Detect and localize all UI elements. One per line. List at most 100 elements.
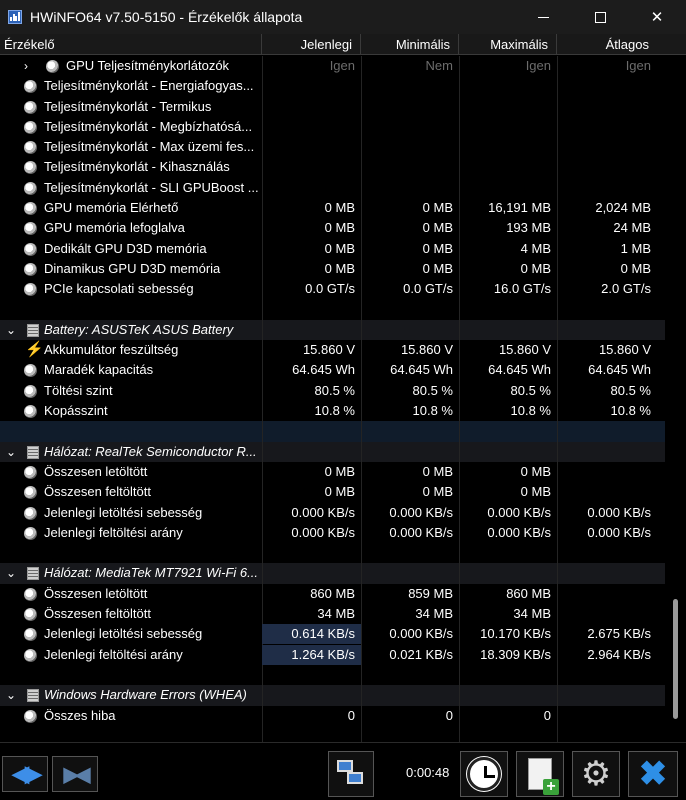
column-separator bbox=[459, 725, 460, 742]
close-icon: ✕ bbox=[650, 9, 664, 26]
sensor-name-cell: Összes hiba bbox=[0, 706, 262, 726]
sensor-row[interactable]: Jelenlegi letöltési sebesség 0.614 KB/s 0.… bbox=[0, 624, 665, 645]
sensor-row[interactable]: Összesen letöltött 860 MB 859 MB 860 MB bbox=[0, 583, 665, 605]
max-value: 0.000 KB/s bbox=[487, 504, 551, 520]
column-separator bbox=[361, 421, 362, 442]
max-value: 0 MB bbox=[520, 260, 551, 276]
maximize-button[interactable] bbox=[577, 0, 623, 34]
current-value: 1.264 KB/s bbox=[262, 644, 361, 665]
section-title: Windows Hardware Errors (WHEA) bbox=[44, 687, 247, 703]
expand-chevron-icon[interactable]: › bbox=[24, 56, 28, 76]
sensor-row[interactable]: Összesen letöltött 0 MB 0 MB 0 MB bbox=[0, 461, 665, 483]
column-separator bbox=[557, 319, 558, 341]
average-value bbox=[557, 137, 657, 157]
column-separator bbox=[262, 421, 263, 442]
section-header[interactable]: ⌄ Windows Hardware Errors (WHEA) bbox=[0, 685, 665, 706]
sensor-name-cell: Jelenlegi feltöltési arány bbox=[0, 645, 262, 665]
settings-button[interactable]: ⚙ bbox=[572, 751, 620, 797]
header-current[interactable]: Jelenlegi bbox=[262, 34, 361, 55]
header-min[interactable]: Minimális bbox=[361, 34, 459, 55]
header-max[interactable]: Maximális bbox=[459, 34, 557, 55]
sensor-row[interactable]: Teljesítménykorlát - Energiafogyas... bbox=[0, 76, 665, 97]
section-header[interactable]: ⌄ Hálózat: MediaTek MT7921 Wi-Fi 6... bbox=[0, 563, 665, 584]
sensor-gauge-icon bbox=[24, 465, 37, 479]
column-separator bbox=[361, 725, 362, 742]
report-button[interactable] bbox=[516, 751, 564, 797]
close-sensors-button[interactable]: ✖ bbox=[628, 751, 678, 797]
sensor-label: GPU Teljesítménykorlátozók bbox=[66, 58, 230, 73]
elapsed-timer: 0:00:48 bbox=[406, 765, 450, 780]
sensor-label: Teljesítménykorlát - Kihasználás bbox=[44, 159, 230, 175]
sensor-row[interactable]: Teljesítménykorlát - SLI GPUBoost ... bbox=[0, 177, 665, 199]
collapse-chevron-icon[interactable]: ⌄ bbox=[6, 320, 16, 340]
current-value bbox=[262, 97, 361, 117]
sensor-row[interactable]: Jelenlegi letöltési sebesség 0.000 KB/s 0.… bbox=[0, 502, 665, 523]
header-average[interactable]: Átlagos bbox=[557, 34, 657, 55]
min-value: 0 MB bbox=[422, 220, 453, 236]
sensor-row[interactable]: GPU memória lefoglalva 0 MB 0 MB 193 MB 24 M… bbox=[0, 218, 665, 239]
sensor-name-cell: Töltési szint bbox=[0, 381, 262, 401]
average-value: 0 MB bbox=[620, 260, 651, 276]
sensor-row[interactable]: GPU memória Elérhető 0 MB 0 MB 16,191 MB 2,0… bbox=[0, 198, 665, 219]
sensor-row[interactable]: Jelenlegi feltöltési arány 1.264 KB/s 0.02… bbox=[0, 644, 665, 665]
header-sensor[interactable]: Érzékelő bbox=[0, 34, 262, 55]
gear-icon: ⚙ bbox=[580, 755, 612, 793]
sensor-row[interactable]: Összesen feltöltött 34 MB 34 MB 34 MB bbox=[0, 604, 665, 625]
min-value: 0.000 KB/s bbox=[389, 524, 453, 540]
column-separator bbox=[557, 563, 558, 584]
minimize-button[interactable] bbox=[520, 0, 566, 34]
column-separator bbox=[459, 421, 460, 442]
average-value bbox=[557, 462, 657, 482]
column-separator bbox=[459, 685, 460, 706]
current-value: 0 MB bbox=[324, 463, 355, 479]
column-separator bbox=[361, 441, 362, 462]
sensor-row[interactable]: Összesen feltöltött 0 MB 0 MB 0 MB bbox=[0, 482, 665, 503]
reset-timer-button[interactable] bbox=[460, 751, 508, 797]
collapse-chevron-icon[interactable]: ⌄ bbox=[6, 685, 16, 705]
max-value bbox=[459, 157, 557, 177]
max-value bbox=[459, 137, 557, 157]
column-separator bbox=[262, 664, 263, 686]
sensor-row[interactable]: Teljesítménykorlát - Max üzemi fes... bbox=[0, 137, 665, 158]
sensor-row[interactable]: Maradék kapacitás 64.645 Wh 64.645 Wh 64.64… bbox=[0, 360, 665, 381]
max-value: 34 MB bbox=[513, 606, 551, 622]
title-bar: HWiNFO64 v7.50-5150 - Érzékelők állapota… bbox=[0, 0, 686, 34]
sensor-label: GPU memória Elérhető bbox=[44, 200, 179, 216]
min-value: 0 MB bbox=[422, 463, 453, 479]
collapse-arrows-button[interactable]: ▶◀ bbox=[52, 756, 98, 792]
current-value: 15.860 V bbox=[302, 342, 355, 358]
collapse-chevron-icon[interactable]: ⌄ bbox=[6, 442, 16, 462]
close-window-button[interactable]: ✕ bbox=[634, 0, 680, 34]
lightning-bolt-icon: ⚡ bbox=[25, 341, 44, 359]
sensor-row[interactable]: Teljesítménykorlát - Termikus bbox=[0, 96, 665, 117]
max-value: 16,191 MB bbox=[488, 200, 551, 216]
max-value: 0 MB bbox=[520, 484, 551, 500]
current-value bbox=[262, 157, 361, 177]
sensor-row[interactable]: Teljesítménykorlát - Kihasználás bbox=[0, 157, 665, 178]
sensor-row[interactable]: PCIe kapcsolati sebesség 0.0 GT/s 0.0 GT/s… bbox=[0, 279, 665, 300]
sensor-row[interactable]: › GPU Teljesítménykorlátozók Igen Nem Igen Ig… bbox=[0, 56, 665, 77]
sensor-row[interactable]: Dedikált GPU D3D memória 0 MB 0 MB 4 MB 1 MB bbox=[0, 238, 665, 259]
sensor-row[interactable]: Teljesítménykorlát - Megbízhatósá... bbox=[0, 116, 665, 138]
navigate-arrows-button[interactable]: ◀▶ bbox=[2, 756, 48, 792]
min-value: 0.021 KB/s bbox=[389, 646, 453, 662]
max-value bbox=[459, 117, 557, 137]
vertical-scrollbar[interactable] bbox=[665, 56, 686, 742]
sensor-row[interactable]: Kopásszint 10.8 % 10.8 % 10.8 % 10.8 % bbox=[0, 401, 665, 422]
sensor-label: PCIe kapcsolati sebesség bbox=[44, 281, 194, 297]
average-value: Igen bbox=[625, 58, 651, 73]
column-separator bbox=[361, 543, 362, 564]
scroll-thumb[interactable] bbox=[673, 599, 678, 719]
max-value: 860 MB bbox=[506, 585, 551, 601]
sensor-row[interactable]: Összes hiba 0 0 0 bbox=[0, 705, 665, 726]
collapse-chevron-icon[interactable]: ⌄ bbox=[6, 563, 16, 583]
sensor-row[interactable]: ⚡ Akkumulátor feszültség 15.860 V 15.860 V 1… bbox=[0, 340, 665, 361]
sensor-label: Jelenlegi feltöltési arány bbox=[44, 646, 183, 662]
sensor-row[interactable]: Töltési szint 80.5 % 80.5 % 80.5 % 80.5 % bbox=[0, 380, 665, 402]
section-header[interactable]: ⌄ Battery: ASUSTeK ASUS Battery bbox=[0, 319, 665, 341]
sensor-row[interactable]: Jelenlegi feltöltési arány 0.000 KB/s 0.00… bbox=[0, 522, 665, 544]
sensor-row[interactable]: Dinamikus GPU D3D memória 0 MB 0 MB 0 MB 0 M… bbox=[0, 258, 665, 280]
section-title: Hálózat: MediaTek MT7921 Wi-Fi 6... bbox=[44, 565, 258, 581]
section-header[interactable]: ⌄ Hálózat: RealTek Semiconductor R... bbox=[0, 441, 665, 462]
network-button[interactable] bbox=[328, 751, 374, 797]
